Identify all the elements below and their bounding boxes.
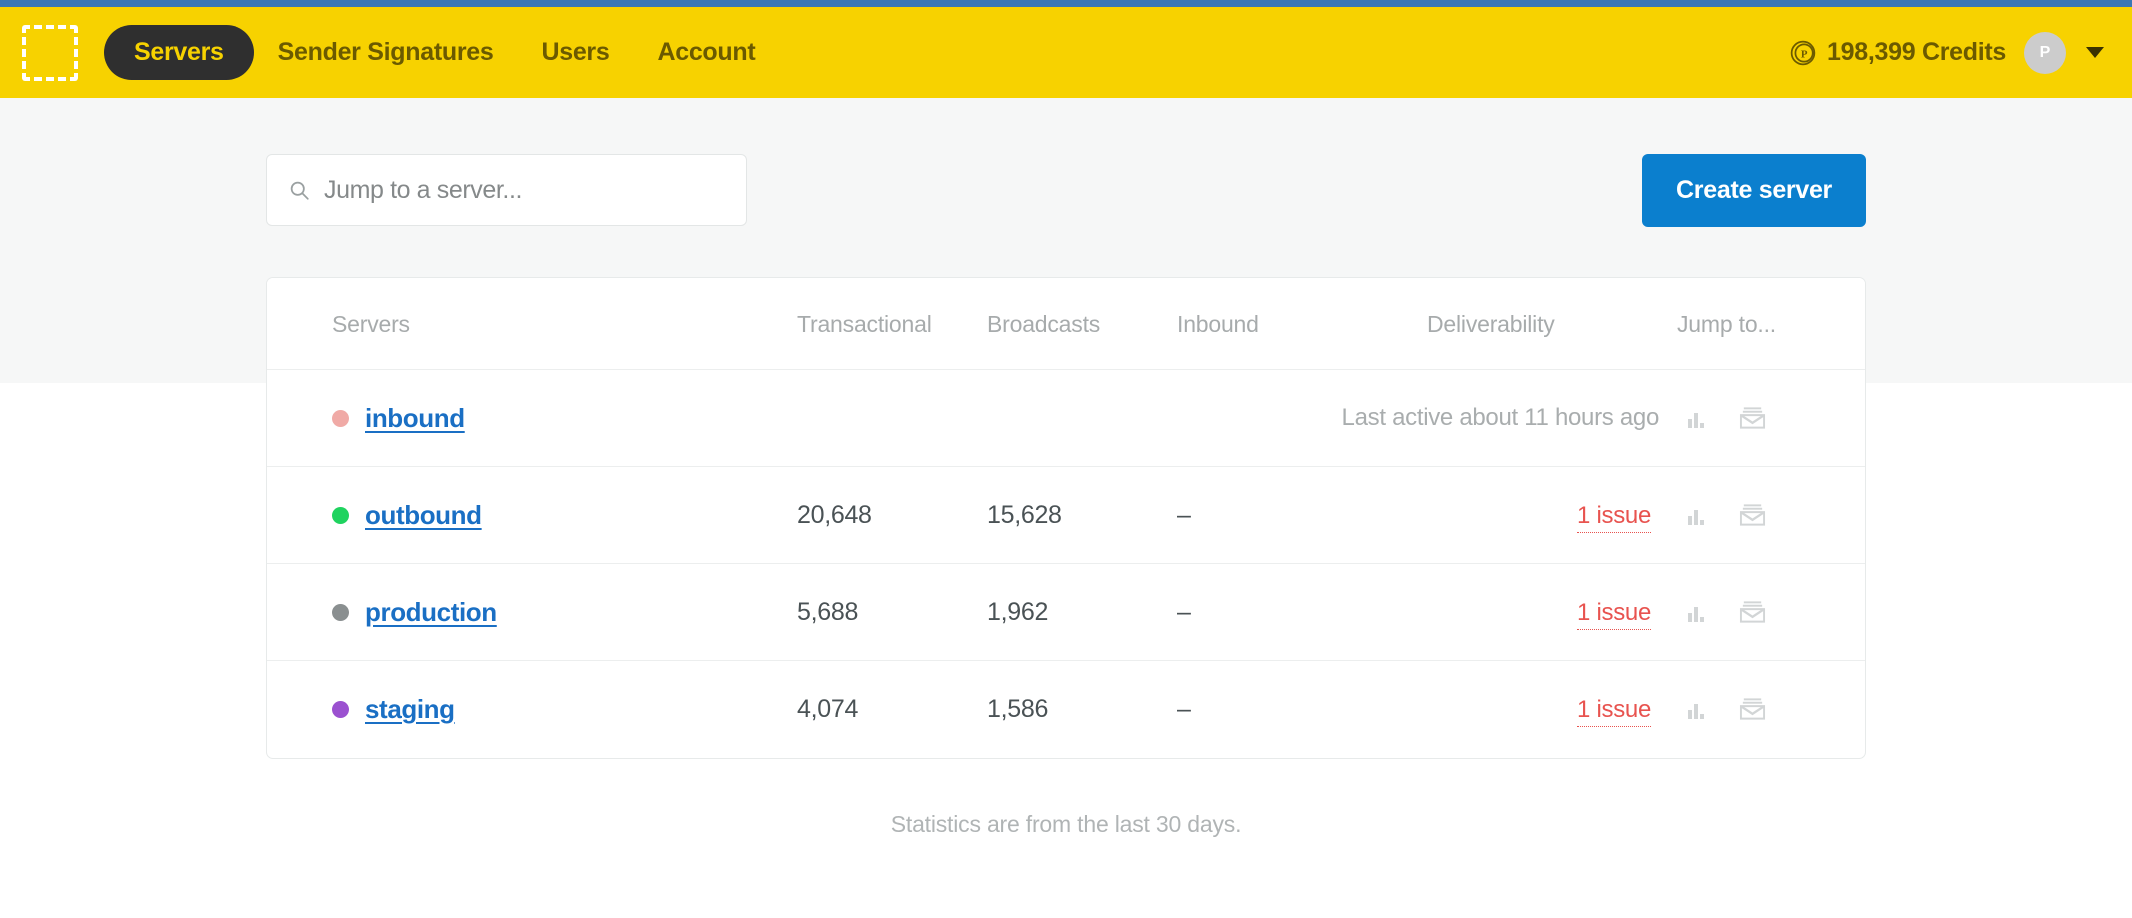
column-header-inbound: Inbound	[1177, 278, 1427, 370]
nav-item-users[interactable]: Users	[517, 25, 633, 80]
status-dot-icon	[332, 701, 349, 718]
statistics-footnote: Statistics are from the last 30 days.	[266, 811, 1866, 838]
status-dot-icon	[332, 410, 349, 427]
cell-server-name: production	[267, 564, 797, 661]
deliverability-issue-link[interactable]: 1 issue	[1577, 599, 1651, 630]
cell-jump-to	[1677, 467, 1866, 564]
chevron-down-icon[interactable]	[2086, 47, 2104, 58]
table-header-row: Servers Transactional Broadcasts Inbound…	[267, 278, 1866, 370]
nav-item-sender-signatures[interactable]: Sender Signatures	[254, 25, 518, 80]
search-icon	[289, 180, 310, 201]
cell-jump-to	[1677, 564, 1866, 661]
servers-table-head: Servers Transactional Broadcasts Inbound…	[267, 278, 1866, 370]
cell-jump-to	[1677, 661, 1866, 758]
primary-nav: Servers Sender Signatures Users Account	[104, 25, 779, 80]
server-link-production[interactable]: production	[365, 597, 497, 628]
cell-deliverability: 1 issue	[1427, 467, 1677, 564]
envelope-icon[interactable]	[1739, 406, 1766, 430]
navbar-right-cluster: P 198,399 Credits P	[1790, 32, 2104, 74]
servers-card: Servers Transactional Broadcasts Inbound…	[266, 277, 1866, 759]
servers-table-body: inbound Last active about 11 hours ago	[267, 370, 1866, 758]
server-search-input[interactable]	[324, 176, 724, 205]
cell-broadcasts: 1,586	[987, 661, 1177, 758]
cell-inbound: –	[1177, 564, 1427, 661]
cell-broadcasts	[987, 370, 1177, 467]
cell-server-name: outbound	[267, 467, 797, 564]
cell-transactional: 5,688	[797, 564, 987, 661]
server-link-outbound[interactable]: outbound	[365, 500, 482, 531]
avatar-initial: P	[2040, 44, 2051, 62]
table-row[interactable]: staging 4,074 1,586 – 1 issue	[267, 661, 1866, 758]
cell-inbound: –	[1177, 467, 1427, 564]
envelope-icon[interactable]	[1739, 600, 1766, 624]
server-search-box[interactable]	[266, 154, 747, 226]
credits-link[interactable]: P 198,399 Credits	[1790, 38, 2006, 67]
avatar[interactable]: P	[2024, 32, 2066, 74]
stats-bar-chart-icon[interactable]	[1685, 503, 1709, 527]
cell-broadcasts: 1,962	[987, 564, 1177, 661]
stats-bar-chart-icon[interactable]	[1685, 697, 1709, 721]
column-header-deliverability: Deliverability	[1427, 278, 1677, 370]
envelope-icon[interactable]	[1739, 503, 1766, 527]
servers-toolbar: Create server	[266, 154, 1866, 226]
status-dot-icon	[332, 507, 349, 524]
server-link-inbound[interactable]: inbound	[365, 403, 465, 434]
postmark-logo[interactable]	[22, 25, 78, 81]
nav-item-servers[interactable]: Servers	[104, 25, 254, 80]
server-link-staging[interactable]: staging	[365, 694, 455, 725]
envelope-icon[interactable]	[1739, 697, 1766, 721]
coin-icon: P	[1790, 40, 1816, 66]
cell-status-text: Last active about 11 hours ago	[1177, 370, 1677, 467]
create-server-button[interactable]: Create server	[1642, 154, 1866, 227]
column-header-servers: Servers	[267, 278, 797, 370]
table-row[interactable]: outbound 20,648 15,628 – 1 issue	[267, 467, 1866, 564]
column-header-broadcasts: Broadcasts	[987, 278, 1177, 370]
browser-top-edge	[0, 0, 2132, 7]
deliverability-issue-link[interactable]: 1 issue	[1577, 696, 1651, 727]
deliverability-issue-link[interactable]: 1 issue	[1577, 502, 1651, 533]
cell-transactional	[797, 370, 987, 467]
cell-server-name: inbound	[267, 370, 797, 467]
page-content: Create server Servers Transactional Broa…	[266, 98, 1866, 838]
cell-broadcasts: 15,628	[987, 467, 1177, 564]
cell-transactional: 4,074	[797, 661, 987, 758]
servers-table: Servers Transactional Broadcasts Inbound…	[267, 278, 1866, 758]
cell-transactional: 20,648	[797, 467, 987, 564]
cell-server-name: staging	[267, 661, 797, 758]
table-row[interactable]: inbound Last active about 11 hours ago	[267, 370, 1866, 467]
cell-deliverability: 1 issue	[1427, 661, 1677, 758]
table-row[interactable]: production 5,688 1,962 – 1 issue	[267, 564, 1866, 661]
last-active-label: Last active about 11 hours ago	[1177, 404, 1677, 432]
cell-jump-to	[1677, 370, 1866, 467]
cell-deliverability: 1 issue	[1427, 564, 1677, 661]
cell-inbound: –	[1177, 661, 1427, 758]
stats-bar-chart-icon[interactable]	[1685, 406, 1709, 430]
stats-bar-chart-icon[interactable]	[1685, 600, 1709, 624]
svg-text:P: P	[1801, 48, 1808, 60]
column-header-jump-to: Jump to...	[1677, 278, 1866, 370]
nav-item-account[interactable]: Account	[633, 25, 779, 80]
page-body: Create server Servers Transactional Broa…	[0, 98, 2132, 918]
credits-label: 198,399 Credits	[1827, 38, 2006, 67]
column-header-transactional: Transactional	[797, 278, 987, 370]
status-dot-icon	[332, 604, 349, 621]
top-navbar: Servers Sender Signatures Users Account …	[0, 7, 2132, 98]
